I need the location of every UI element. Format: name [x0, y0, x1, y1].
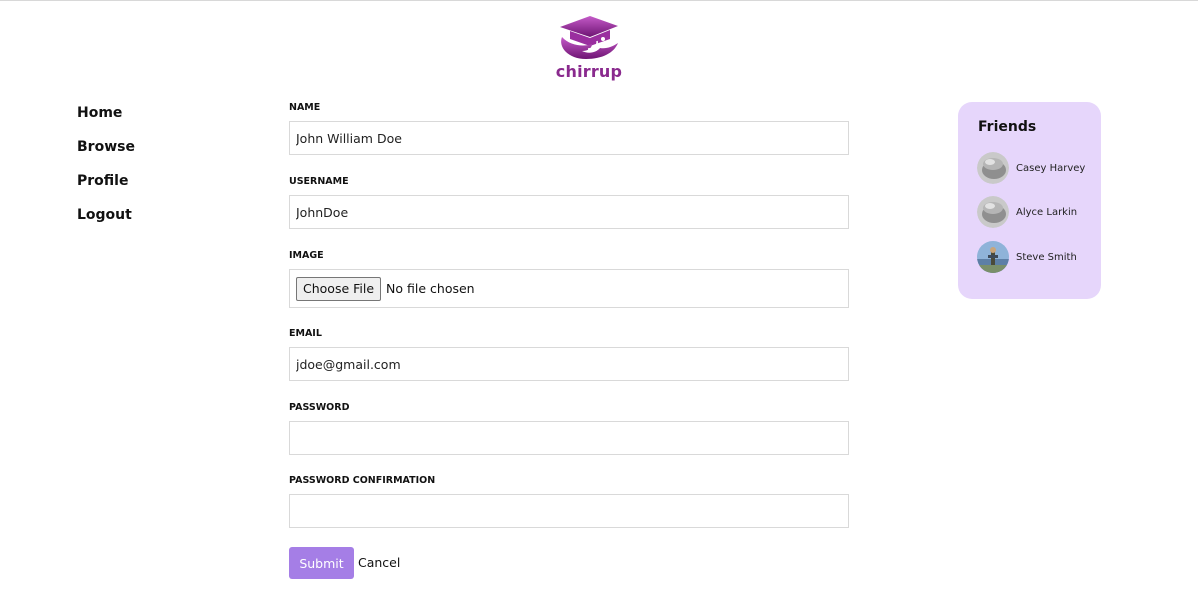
choose-file-button[interactable]: Choose File — [296, 276, 382, 301]
name-field-group: NAME — [289, 101, 849, 155]
name-input[interactable] — [289, 121, 849, 155]
password-confirmation-label: PASSWORD CONFIRMATION — [289, 475, 436, 486]
friend-name: Casey Harvey — [1016, 162, 1086, 174]
username-label: USERNAME — [289, 176, 349, 187]
username-input[interactable] — [289, 195, 849, 229]
password-label: PASSWORD — [289, 402, 350, 413]
username-field-group: USERNAME — [289, 175, 849, 229]
friend-item[interactable]: Steve Smith — [977, 241, 1101, 273]
password-confirmation-input[interactable] — [289, 494, 849, 528]
photo-avatar — [977, 241, 1009, 273]
nav-item-logout[interactable]: Logout — [77, 205, 197, 239]
password-confirmation-field-group: PASSWORD CONFIRMATION — [289, 474, 849, 528]
friend-name: Alyce Larkin — [1016, 206, 1078, 218]
image-file-input: Choose File No file chosen — [289, 269, 849, 308]
nav-item-home[interactable]: Home — [77, 103, 197, 137]
image-field-group: IMAGE Choose File No file chosen — [289, 249, 849, 308]
default-avatar-icon — [977, 152, 1009, 184]
friend-name: Steve Smith — [1016, 251, 1077, 263]
nav-item-profile[interactable]: Profile — [77, 171, 197, 205]
default-avatar-icon — [977, 196, 1009, 228]
friends-panel: Friends Casey Harvey Alyce Larkin Steve … — [958, 102, 1101, 299]
logo-wordmark: chirrup — [555, 62, 623, 81]
email-field-group: EMAIL — [289, 327, 849, 381]
email-input[interactable] — [289, 347, 849, 381]
file-status-text: No file chosen — [386, 281, 475, 296]
page: chirrup Home Browse Profile Logout NAME … — [0, 0, 1198, 595]
logo-bird-icon — [560, 16, 618, 59]
password-input[interactable] — [289, 421, 849, 455]
friends-title: Friends — [978, 119, 1037, 135]
friend-item[interactable]: Casey Harvey — [977, 152, 1101, 184]
name-label: NAME — [289, 102, 321, 113]
cancel-link[interactable]: Cancel — [358, 555, 400, 570]
nav-item-browse[interactable]: Browse — [77, 137, 197, 171]
password-field-group: PASSWORD — [289, 401, 849, 455]
chirrup-logo[interactable]: chirrup — [548, 13, 630, 85]
image-label: IMAGE — [289, 250, 324, 261]
email-label: EMAIL — [289, 328, 322, 339]
friend-item[interactable]: Alyce Larkin — [977, 196, 1101, 228]
submit-button[interactable]: Submit — [289, 547, 354, 579]
main-nav: Home Browse Profile Logout — [77, 103, 197, 239]
